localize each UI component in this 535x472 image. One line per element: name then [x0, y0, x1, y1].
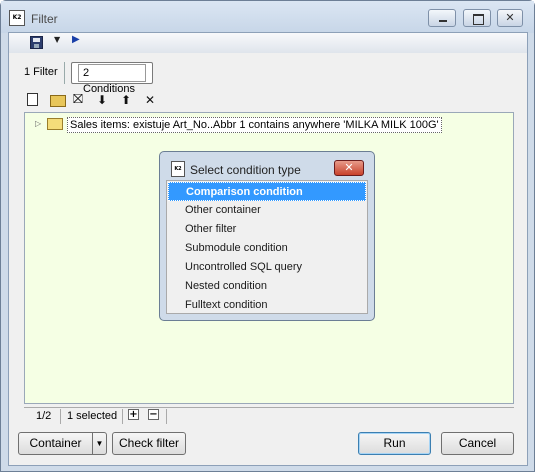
- app-icon: K2: [9, 10, 25, 26]
- open-folder-icon[interactable]: [50, 95, 66, 107]
- container-button-label: Container: [29, 436, 82, 450]
- tab-conditions-label: 2 Conditions: [78, 64, 146, 95]
- list-item[interactable]: Other container: [168, 201, 366, 220]
- dialog-title: Select condition type: [190, 163, 301, 177]
- check-filter-button[interactable]: Check filter: [112, 432, 186, 455]
- cancel-button[interactable]: Cancel: [441, 432, 514, 455]
- status-divider: [166, 409, 167, 424]
- minimize-button[interactable]: [428, 9, 456, 27]
- list-item[interactable]: Fulltext condition: [168, 296, 366, 315]
- list-item[interactable]: Nested condition: [168, 277, 366, 296]
- collapse-all-icon[interactable]: −: [148, 409, 159, 420]
- status-divider: [60, 409, 61, 424]
- new-icon[interactable]: [27, 93, 38, 106]
- window-title: Filter: [31, 12, 58, 26]
- selected-count: 1 selected: [67, 410, 118, 422]
- chevron-down-icon[interactable]: ▼: [54, 35, 60, 44]
- condition-type-list: Comparison condition Other container Oth…: [166, 180, 368, 314]
- list-item[interactable]: Comparison condition: [168, 182, 366, 201]
- tab-filter[interactable]: 1 Filter: [18, 62, 65, 84]
- top-toolbar: ▼ ▶: [9, 33, 527, 53]
- list-item[interactable]: Submodule condition: [168, 239, 366, 258]
- close-icon: ✕: [505, 11, 515, 24]
- delete-icon[interactable]: ⛝: [71, 93, 85, 107]
- tab-conditions[interactable]: 2 Conditions: [71, 62, 153, 95]
- status-bar: 1/2 1 selected + −: [24, 407, 514, 425]
- container-button[interactable]: Container ▼: [18, 432, 107, 455]
- maximize-icon: [464, 10, 490, 26]
- maximize-button[interactable]: [463, 9, 491, 27]
- tab-strip: 1 Filter 2 Conditions: [9, 57, 527, 95]
- play-icon[interactable]: ▶: [72, 34, 80, 45]
- expand-arrow-icon[interactable]: ▷: [35, 117, 41, 131]
- status-divider: [122, 409, 123, 424]
- folder-icon: [47, 118, 63, 130]
- list-item[interactable]: Uncontrolled SQL query: [168, 258, 366, 277]
- arrow-up-icon[interactable]: ⬆: [119, 93, 133, 107]
- tree-item-label[interactable]: Sales items: existuje Art_No..Abbr 1 con…: [67, 117, 442, 133]
- chevron-down-icon[interactable]: ▼: [92, 433, 106, 454]
- dialog-close-button[interactable]: ✕: [334, 160, 364, 176]
- condition-type-dialog: K2 Select condition type ✕ Comparison co…: [159, 151, 375, 321]
- expand-all-icon[interactable]: +: [128, 409, 139, 420]
- run-button[interactable]: Run: [358, 432, 431, 455]
- title-bar: K2 Filter ✕: [1, 1, 534, 33]
- close-button[interactable]: ✕: [497, 9, 523, 27]
- save-icon[interactable]: [30, 36, 43, 49]
- minimize-icon: [429, 10, 455, 26]
- list-item[interactable]: Other filter: [168, 220, 366, 239]
- clear-icon[interactable]: ✕: [143, 93, 157, 107]
- app-icon: K2: [171, 161, 185, 177]
- arrow-down-icon[interactable]: ⬇: [95, 93, 109, 107]
- position-indicator: 1/2: [36, 410, 52, 422]
